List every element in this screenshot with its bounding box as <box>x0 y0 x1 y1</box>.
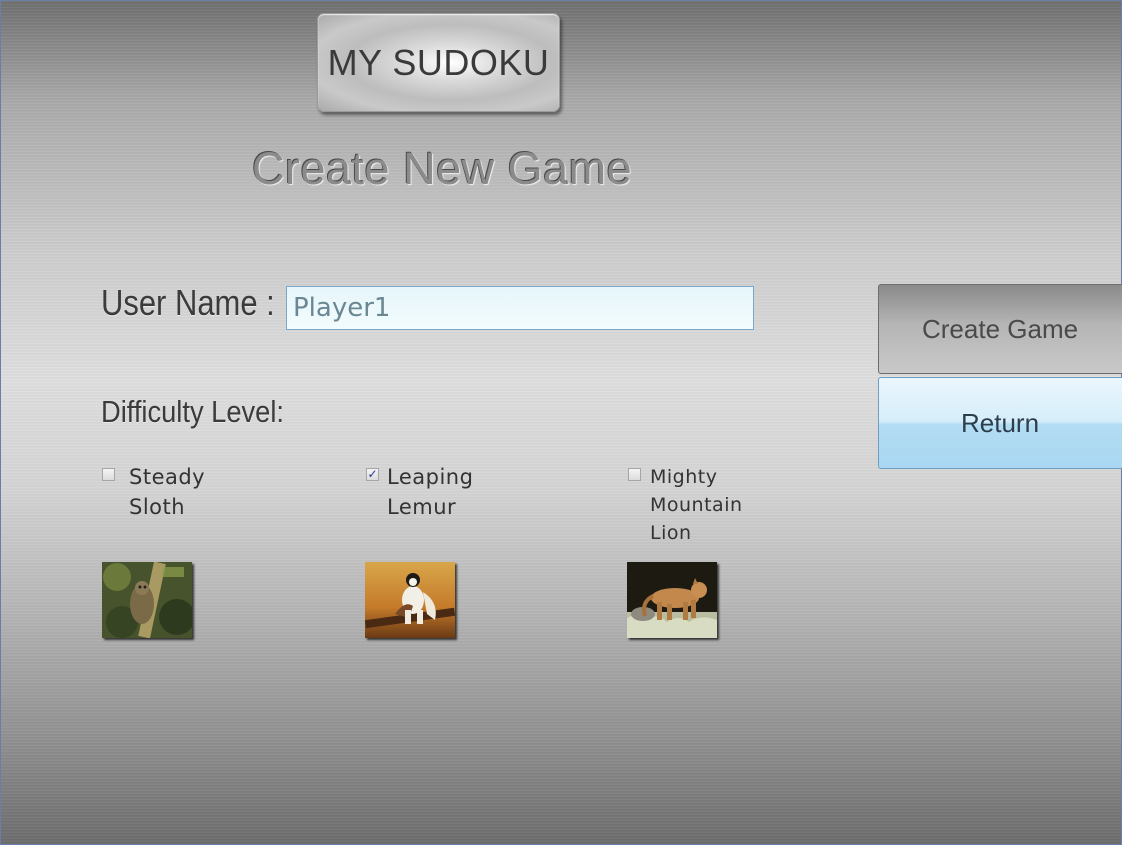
mountain-lion-checkbox[interactable] <box>628 468 641 481</box>
logo-button[interactable]: MY SUDOKU <box>317 13 560 112</box>
sloth-option-label: Steady Sloth <box>129 465 206 519</box>
lemur-checkbox[interactable]: ✓ <box>366 468 379 481</box>
return-button[interactable]: Return <box>878 377 1122 469</box>
username-label: User Name : <box>101 282 275 323</box>
difficulty-label: Difficulty Level: <box>101 394 284 429</box>
create-game-button[interactable]: Create Game <box>878 284 1122 374</box>
logo-label: MY SUDOKU <box>327 41 550 83</box>
mountain-lion-option-label: Mighty Mountain Lion <box>650 466 743 544</box>
sloth-image <box>102 562 192 638</box>
page-title: Create New Game <box>252 143 633 194</box>
lemur-image <box>365 562 455 638</box>
lemur-option-label: Leaping Lemur <box>387 465 474 519</box>
username-input[interactable] <box>286 286 754 330</box>
sloth-checkbox[interactable] <box>102 468 115 481</box>
mountain-lion-image <box>627 562 717 638</box>
